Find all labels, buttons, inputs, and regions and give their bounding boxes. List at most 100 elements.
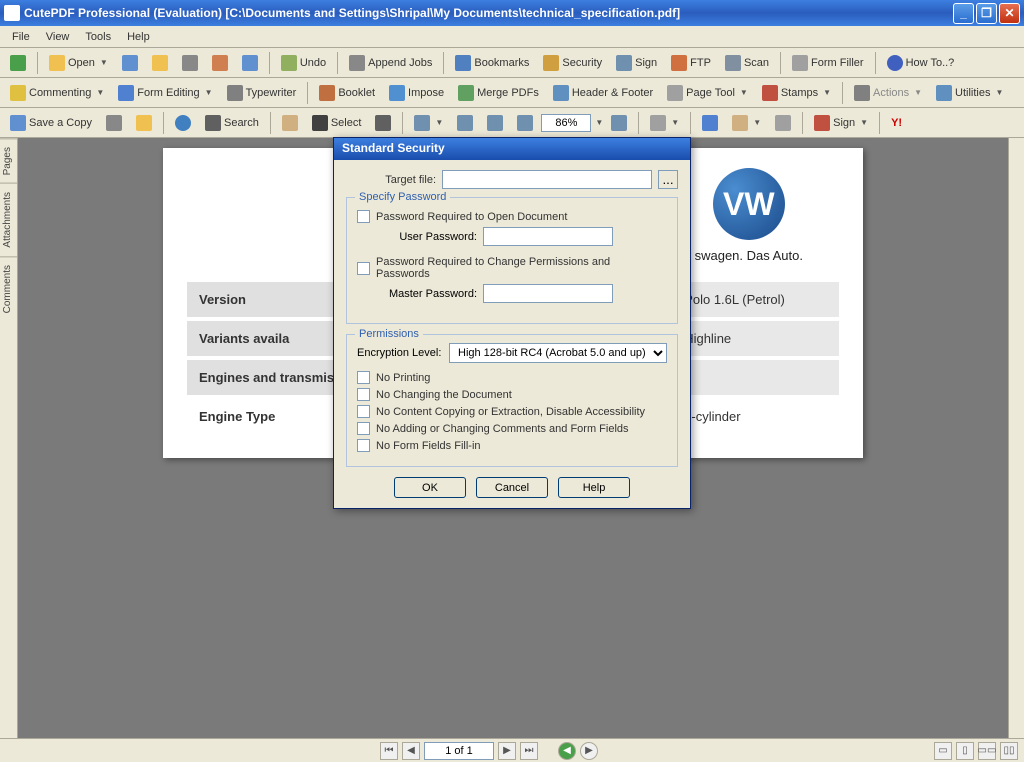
actions-button[interactable]: Actions▼ [848,81,928,105]
last-page-button[interactable]: ⏭ [520,742,538,760]
rotate-button[interactable]: ▼ [644,111,685,135]
select-tool-button[interactable]: Select [306,111,368,135]
hand-tool-button[interactable] [276,111,304,135]
security-button[interactable]: Security [537,51,608,75]
search-button[interactable]: Search [199,111,265,135]
target-file-input[interactable] [442,170,652,189]
go-back-button[interactable]: ◀ [558,742,576,760]
undo-button[interactable]: Undo [275,51,332,75]
no-changing-checkbox[interactable] [357,388,370,401]
open-button[interactable]: Open▼ [43,51,114,75]
facing-view[interactable]: ▭▭ [978,742,996,760]
dialog-title: Standard Security [334,138,690,160]
user-password-input[interactable] [483,227,613,246]
typewriter-button[interactable]: Typewriter [221,81,303,105]
zoom-out-button[interactable] [511,111,539,135]
browse-button[interactable]: ... [658,170,678,189]
zoom-in-button[interactable]: ▼ [408,111,449,135]
fit-width-button[interactable] [481,111,509,135]
abc-button[interactable] [696,111,724,135]
form-editing-button[interactable]: Form Editing▼ [112,81,218,105]
layers-button[interactable] [130,111,158,135]
fit-page-button[interactable] [451,111,479,135]
snapshot-button[interactable] [369,111,397,135]
booklet-button[interactable]: Booklet [313,81,381,105]
mail-button[interactable] [206,51,234,75]
password-open-checkbox[interactable] [357,210,370,223]
prev-page-button[interactable]: ◀ [402,742,420,760]
no-comments-checkbox[interactable] [357,422,370,435]
no-formfill-checkbox[interactable] [357,439,370,452]
folder-button[interactable] [146,51,174,75]
export-button[interactable] [236,51,264,75]
save-copy-button[interactable]: Save a Copy [4,111,98,135]
scan-button[interactable]: Scan [719,51,775,75]
no-copying-label: No Content Copying or Extraction, Disabl… [376,406,645,418]
note-button[interactable] [769,111,797,135]
no-formfill-label: No Form Fields Fill-in [376,440,481,452]
menu-tools[interactable]: Tools [77,29,119,45]
web-button[interactable] [169,111,197,135]
title-bar: CutePDF Professional (Evaluation) [C:\Do… [0,0,1024,26]
sign-button-2[interactable]: Sign▼ [808,111,874,135]
form-filler-button[interactable]: Form Filler [786,51,870,75]
password-change-checkbox[interactable] [357,262,370,275]
vw-slogan: swagen. Das Auto. [695,248,803,263]
save-button[interactable] [116,51,144,75]
sign-button[interactable]: Sign [610,51,663,75]
ftp-button[interactable]: FTP [665,51,717,75]
stamps-button[interactable]: Stamps▼ [756,81,837,105]
help-button[interactable]: Help [558,477,630,498]
impose-button[interactable]: Impose [383,81,450,105]
header-footer-button[interactable]: Header & Footer [547,81,659,105]
no-comments-label: No Adding or Changing Comments and Form … [376,423,629,435]
toolbar-main: Open▼ Undo Append Jobs Bookmarks Securit… [0,48,1024,78]
zoom-plus-button[interactable] [605,111,633,135]
commenting-button[interactable]: Commenting▼ [4,81,110,105]
no-printing-checkbox[interactable] [357,371,370,384]
vw-logo-icon: VW [713,168,785,240]
menu-help[interactable]: Help [119,29,158,45]
single-page-view[interactable]: ▭ [934,742,952,760]
zoom-input[interactable] [541,114,591,132]
toolbar-view: Save a Copy Search Select ▼ ▼ ▼ ▼ Sign▼ … [0,108,1024,138]
menu-view[interactable]: View [38,29,78,45]
maximize-button[interactable]: ❐ [976,3,997,24]
merge-pdfs-button[interactable]: Merge PDFs [452,81,545,105]
yahoo-button[interactable]: Y! [885,113,908,133]
print-button-2[interactable] [100,111,128,135]
no-copying-checkbox[interactable] [357,405,370,418]
minimize-button[interactable]: _ [953,3,974,24]
new-button[interactable] [4,51,32,75]
vertical-scrollbar[interactable] [1008,138,1024,738]
master-password-label: Master Password: [377,288,477,300]
how-to-button[interactable]: How To..? [881,51,961,75]
cancel-button[interactable]: Cancel [476,477,548,498]
tab-pages[interactable]: Pages [0,138,17,183]
menu-file[interactable]: File [4,29,38,45]
continuous-facing-view[interactable]: ▯▯ [1000,742,1018,760]
security-dialog: Standard Security Target file: ... Speci… [333,137,691,509]
encryption-level-select[interactable]: High 128-bit RC4 (Acrobat 5.0 and up) [449,343,667,363]
append-jobs-button[interactable]: Append Jobs [343,51,438,75]
go-forward-button[interactable]: ▶ [580,742,598,760]
password-change-label: Password Required to Change Permissions … [376,256,667,280]
bookmarks-button[interactable]: Bookmarks [449,51,535,75]
close-button[interactable]: ✕ [999,3,1020,24]
page-tool-button[interactable]: Page Tool▼ [661,81,754,105]
utilities-button[interactable]: Utilities▼ [930,81,1009,105]
password-open-label: Password Required to Open Document [376,211,567,223]
menu-bar: File View Tools Help [0,26,1024,48]
user-password-label: User Password: [377,231,477,243]
ok-button[interactable]: OK [394,477,466,498]
master-password-input[interactable] [483,284,613,303]
tab-attachments[interactable]: Attachments [0,183,17,256]
highlight-button[interactable]: ▼ [726,111,767,135]
tab-comments[interactable]: Comments [0,256,17,321]
page-number-input[interactable] [424,742,494,760]
print-button[interactable] [176,51,204,75]
bottom-nav: ⏮ ◀ ▶ ⏭ ◀ ▶ ▭ ▯ ▭▭ ▯▯ [0,738,1024,762]
continuous-view[interactable]: ▯ [956,742,974,760]
first-page-button[interactable]: ⏮ [380,742,398,760]
next-page-button[interactable]: ▶ [498,742,516,760]
